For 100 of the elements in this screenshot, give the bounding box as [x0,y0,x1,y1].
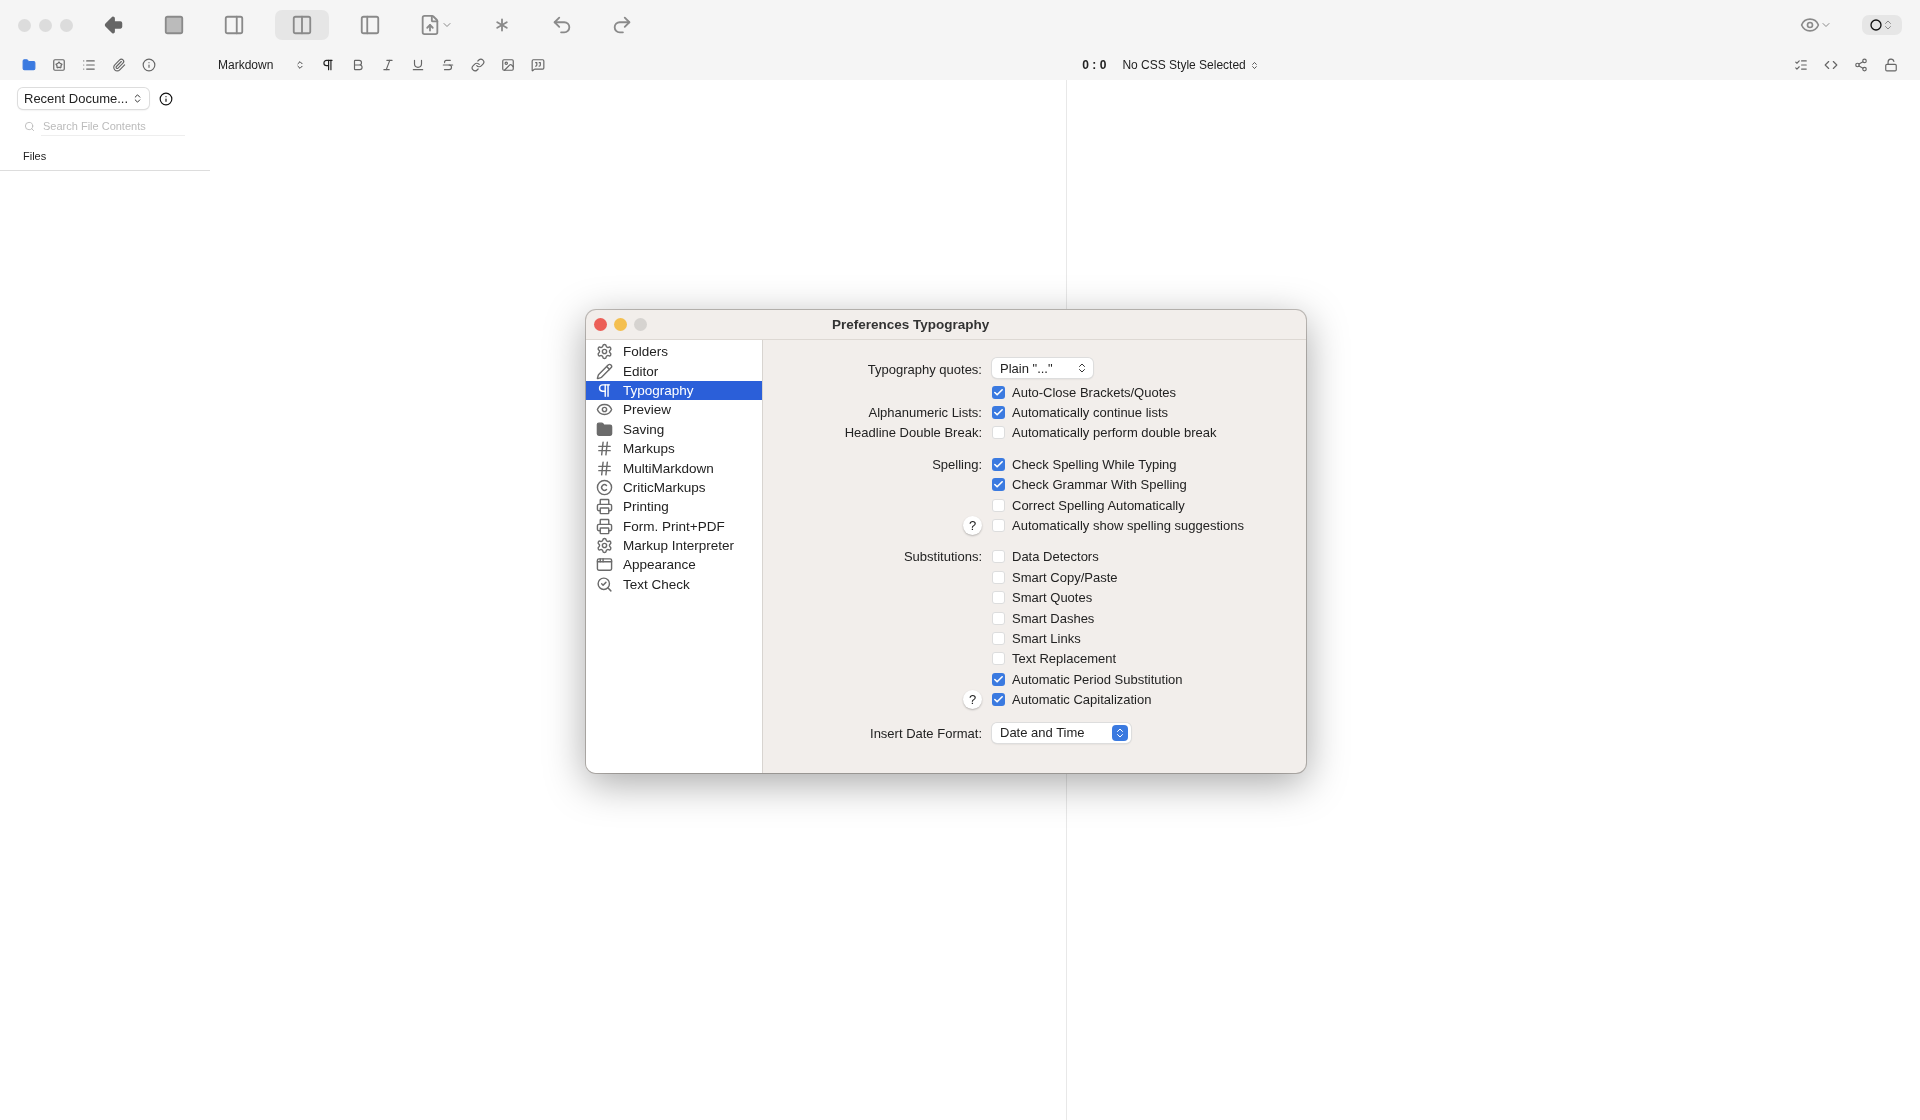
pilcrow-icon [596,381,613,399]
redo-icon [611,14,633,36]
stepper-icon [1249,60,1259,70]
dialog-title: Preferences Typography [832,317,990,332]
help-button[interactable]: ? [963,516,982,536]
italic-icon[interactable] [381,58,396,72]
gear-icon [596,537,613,555]
popup-button[interactable]: Date and Time [992,722,1131,743]
setting-label: Spelling: [932,456,982,472]
setting-label: Typography quotes: [867,361,982,377]
circle-icon [1870,19,1882,31]
preferences-nav-item[interactable]: Text Check [586,574,762,595]
folder-icon[interactable] [22,58,36,72]
preferences-nav-item[interactable]: Preview [586,400,762,420]
checkbox-label: Automatic Period Substitution [1012,671,1183,687]
popup-button[interactable]: Plain "..." [992,358,1093,378]
checkbox-label: Auto-Close Brackets/Quotes [1012,384,1177,400]
preferences-nav-item[interactable]: Typography [586,380,762,401]
checkbox[interactable] [992,611,1005,625]
link-icon[interactable] [471,58,486,72]
checkbox-label: Automatic Capitalization [1012,692,1152,708]
magnifier-icon [596,575,613,593]
preferences-nav-item[interactable]: Saving [586,419,762,439]
columns-icon [291,14,313,36]
gear-icon [596,343,613,361]
stepper-icon [1882,19,1894,31]
checkbox[interactable] [992,498,1005,512]
checkbox[interactable] [992,478,1005,492]
code-icon[interactable] [1824,58,1838,72]
checkbox-label: Text Replacement [1012,651,1117,667]
file-upload-icon [419,14,441,36]
checkbox[interactable] [992,406,1005,420]
preferences-nav-item[interactable]: Printing [586,497,762,517]
setting-label: Substitutions: [903,549,982,565]
split-view-button[interactable] [275,10,329,40]
folder-icon [596,420,613,438]
printer-icon [596,498,613,516]
setting-label: Insert Date Format: [870,726,982,742]
paperclip-icon[interactable] [112,58,126,72]
checkbox[interactable] [992,693,1005,707]
comment-icon[interactable] [531,58,546,72]
circle-stepper-button[interactable] [1862,15,1902,35]
checkbox-label: Correct Spelling Automatically [1012,497,1185,513]
share-icon[interactable] [1854,58,1868,72]
strikethrough-icon[interactable] [441,58,456,72]
preferences-nav-item[interactable]: Appearance [586,555,762,575]
checkbox-label: Smart Copy/Paste [1012,569,1118,585]
css-style-dropdown[interactable]: No CSS Style Selected [1122,58,1259,72]
stepper-icon [1114,726,1126,739]
list-icon[interactable] [82,58,96,72]
preferences-nav-item[interactable]: Editor [586,361,762,381]
copyright-icon [596,478,613,496]
underline-icon[interactable] [411,58,426,72]
cursor-position: 0 : 0 [1082,58,1107,72]
checkbox[interactable] [992,385,1005,399]
checkbox[interactable] [992,550,1005,564]
panel-left-icon [359,14,381,36]
preferences-nav-item[interactable]: Folders [586,342,762,362]
preferences-nav-item[interactable]: Markups [586,438,762,459]
checkbox[interactable] [992,672,1005,686]
panel-right-icon [223,14,245,36]
search-field[interactable]: Search File Contents [41,117,185,136]
search-icon [24,121,35,132]
preferences-nav-item[interactable]: CriticMarkups [586,477,762,498]
format-dropdown[interactable]: Markdown [218,58,306,72]
pilcrow-icon[interactable] [321,58,336,72]
back-arrow-icon [103,14,125,36]
checkbox[interactable] [992,457,1005,471]
stepper-icon [1076,362,1088,374]
checkbox[interactable] [992,652,1005,666]
hash-icon [596,440,613,458]
checkbox-label: Automatically perform double break [1012,425,1217,441]
image-icon[interactable] [501,58,516,72]
checkbox-label: Automatically show spelling suggestions [1012,518,1244,534]
setting-label: Alphanumeric Lists: [868,405,982,421]
printer-icon [596,517,613,535]
checkbox-label: Smart Quotes [1012,590,1093,606]
hash-icon [596,459,613,477]
preferences-nav-item[interactable]: MultiMarkdown [586,458,762,478]
checkbox[interactable] [992,570,1005,584]
pencil-icon [596,362,613,380]
bold-icon[interactable] [351,58,366,72]
recent-documents-dropdown[interactable]: Recent Docume... [18,88,150,109]
checkbox[interactable] [992,591,1005,605]
list-check-icon[interactable] [1794,58,1808,72]
close-button[interactable] [594,318,607,331]
section-title: Files [23,150,48,164]
preferences-nav-item[interactable]: Form. Print+PDF [586,516,762,536]
checkbox[interactable] [992,632,1005,645]
checkbox[interactable] [992,519,1005,533]
help-button[interactable]: ? [963,690,982,710]
checkbox-label: Smart Links [1012,631,1081,646]
checkbox[interactable] [992,426,1005,440]
square-icon [163,14,185,36]
star-icon[interactable] [52,58,66,72]
unlock-icon[interactable] [1884,58,1898,72]
preferences-nav-item[interactable]: Markup Interpreter [586,535,762,556]
undo-icon [551,14,573,36]
info-icon[interactable] [159,91,174,106]
checkbox-label: Check Spelling While Typing [1012,456,1177,472]
